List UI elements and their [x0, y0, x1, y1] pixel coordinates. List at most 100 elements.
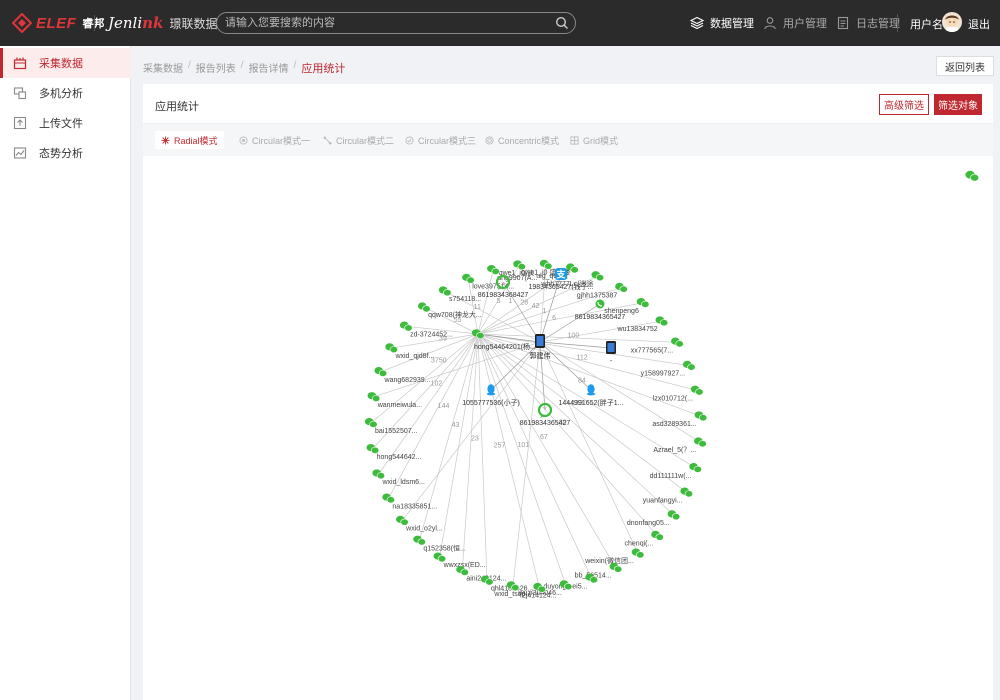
tab-circular-one[interactable]: Circular模式一 — [233, 131, 316, 149]
edge-label: 43 — [452, 422, 460, 429]
wechat-icon[interactable] — [655, 316, 669, 327]
wechat-icon[interactable] — [367, 392, 381, 403]
wechat-icon[interactable] — [513, 260, 526, 271]
wechat-icon[interactable] — [413, 535, 426, 546]
wechat-icon[interactable] — [433, 552, 447, 563]
nav-label: 用户管理 — [783, 18, 827, 30]
advanced-filter-button[interactable]: 高级筛选 — [879, 94, 929, 115]
legend-wechat-icon[interactable] — [965, 170, 980, 182]
node-label: wxid_qjd8f... — [394, 353, 434, 360]
wechat-icon[interactable] — [382, 493, 395, 504]
edge-label: 11 — [474, 304, 481, 311]
nav-data-management[interactable]: 数据管理 — [690, 0, 754, 46]
wechat-icon[interactable] — [372, 469, 386, 480]
svg-text:支: 支 — [555, 269, 566, 280]
edge-label: 101 — [518, 442, 530, 449]
graph-edge — [477, 333, 567, 586]
node-label: Azrael_5(？... — [653, 446, 696, 454]
device-icon[interactable] — [535, 334, 545, 348]
check-circle-icon — [405, 135, 414, 145]
node-label: xx777565(7... — [631, 347, 673, 354]
center-person-label: 郭建伟 — [530, 351, 551, 360]
tab-label: Circular模式二 — [336, 135, 395, 146]
wechat-icon[interactable] — [615, 282, 628, 293]
tab-circular-three[interactable]: Circular模式三 — [399, 131, 482, 149]
wechat-icon[interactable] — [651, 530, 664, 541]
concentric-icon — [485, 135, 494, 145]
wechat-icon[interactable] — [680, 487, 694, 498]
device-icon[interactable] — [606, 341, 616, 354]
phone-icon[interactable] — [595, 299, 605, 309]
search-icon[interactable] — [555, 16, 569, 30]
wechat-icon[interactable] — [682, 360, 696, 371]
edge-label: 100 — [568, 333, 580, 340]
page-title: 应用统计 — [155, 101, 199, 113]
user-name[interactable]: 用户名 — [910, 16, 943, 32]
graph-edge — [477, 333, 592, 579]
wechat-icon[interactable] — [385, 343, 398, 354]
wechat-icon[interactable] — [667, 510, 681, 521]
search-input[interactable] — [225, 15, 555, 31]
avatar-face-icon — [945, 15, 959, 32]
jenlink-logo[interactable]: Jenlink 璟联数据 — [108, 14, 217, 32]
wechat-icon[interactable] — [366, 443, 380, 454]
wechat-icon[interactable] — [671, 337, 684, 348]
sidebar-item-multi-analysis[interactable]: 多机分析 — [0, 78, 131, 108]
node-label: weixin(微信团... — [584, 556, 634, 565]
edge-label: 102 — [431, 381, 443, 388]
wechat-icon[interactable] — [438, 286, 452, 297]
graph-edge — [477, 333, 698, 392]
back-to-list-button[interactable]: 返回列表 — [936, 56, 994, 76]
avatar[interactable] — [942, 12, 962, 32]
logout-link[interactable]: 退出 — [968, 16, 990, 32]
circle-icon — [239, 135, 248, 145]
tab-radial[interactable]: Radial模式 — [155, 131, 224, 149]
wechat-icon[interactable] — [631, 548, 645, 559]
wechat-icon[interactable] — [374, 366, 388, 377]
breadcrumb-item[interactable]: 采集数据 — [143, 60, 183, 76]
breadcrumb-separator: / — [240, 60, 244, 71]
node-label: dd111111w(... — [650, 473, 692, 480]
breadcrumb-item[interactable]: 报告列表 — [196, 60, 236, 76]
sidebar-item-collect-data[interactable]: 采集数据 — [0, 48, 131, 78]
network-graph-canvas[interactable]: 1426100112841638067101257234314410237503… — [143, 156, 993, 700]
network-graph[interactable]: 1 42 6 100 112 84 163 80 67 101 257 23 43 144 102 3750 3… — [143, 156, 993, 700]
tab-circular-two[interactable]: Circular模式二 — [317, 131, 400, 149]
filter-target-button[interactable]: 筛选对象 — [934, 94, 982, 115]
edge-label: 23 — [471, 436, 479, 443]
wechat-icon[interactable] — [396, 515, 409, 526]
wechat-icon[interactable] — [694, 411, 708, 422]
wechat-icon[interactable] — [417, 302, 431, 313]
wechat-icon[interactable] — [399, 321, 413, 332]
wechat-icon[interactable] — [462, 273, 475, 284]
node-label: hong544642... — [377, 454, 422, 461]
nav-log-management[interactable]: 日志管理 — [836, 0, 900, 46]
nav-label: 日志管理 — [856, 18, 900, 30]
log-icon — [837, 16, 849, 30]
edge-label: 257 — [494, 442, 506, 449]
graph-edge — [438, 333, 479, 558]
wechat-icon[interactable] — [694, 437, 707, 448]
product-en: Jenlink — [108, 14, 164, 32]
tab-label: Radial模式 — [174, 135, 218, 146]
qq-icon[interactable] — [586, 384, 596, 396]
wechat-icon[interactable] — [690, 385, 704, 396]
layout-tabs: Radial模式 Circular模式一 Circular模式二 Circula… — [143, 124, 993, 156]
wechat-icon[interactable] — [487, 265, 500, 275]
tab-concentric[interactable]: Concentric模式 — [479, 131, 565, 149]
alipay-icon[interactable]: 支 — [555, 268, 567, 280]
edge-label: 67 — [540, 434, 548, 441]
elef-logo-icon — [12, 13, 32, 33]
nav-label: 数据管理 — [710, 18, 754, 30]
qq-icon[interactable] — [486, 384, 496, 396]
tab-grid[interactable]: Grid模式 — [564, 131, 624, 149]
wechat-icon[interactable] — [689, 462, 702, 473]
sidebar-item-upload-file[interactable]: 上传文件 — [0, 108, 131, 138]
sidebar-item-trend-analysis[interactable]: 态势分析 — [0, 138, 131, 168]
breadcrumb-item[interactable]: 报告详情 — [249, 60, 289, 76]
nav-user-management[interactable]: 用户管理 — [763, 0, 827, 46]
wechat-icon[interactable] — [591, 271, 605, 282]
wechat-icon[interactable] — [636, 297, 650, 308]
elef-logo[interactable]: ELEF 睿邦 — [12, 13, 104, 33]
wechat-icon[interactable] — [539, 259, 553, 270]
